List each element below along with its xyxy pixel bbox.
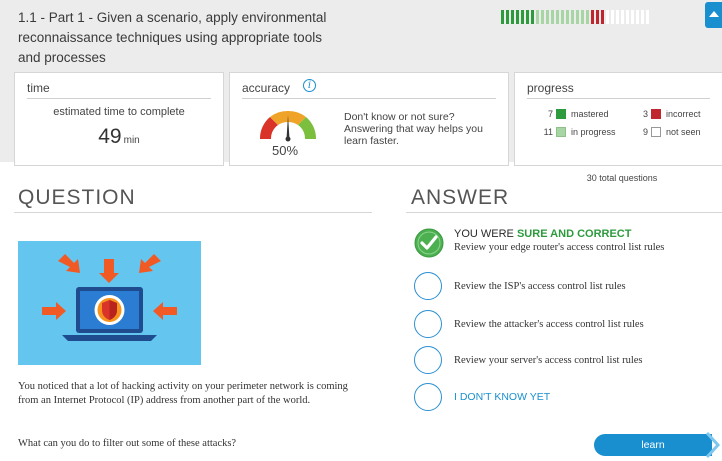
notseen-count: 9 [642,127,648,137]
notseen-swatch [651,127,661,137]
progress-segment-notseen [646,10,649,24]
radio-circle-icon[interactable] [414,310,442,338]
progress-segment-inprogress [566,10,569,24]
answer-option-1[interactable]: YOU WERE SURE AND CORRECT Review your ed… [414,228,664,258]
inprogress-stat: 11 in progress [527,127,622,137]
learn-button[interactable]: learn [594,434,712,456]
progress-segment-notseen [636,10,639,24]
progress-legend: 7 mastered 3 incorrect 11 in progress 9 … [527,105,717,183]
radio-circle-icon[interactable] [414,346,442,374]
mastered-stat: 7 mastered [527,109,622,119]
answer-option-3[interactable]: Review the attacker's access control lis… [414,310,644,338]
radio-circle-icon[interactable] [414,383,442,411]
progress-segment-inprogress [571,10,574,24]
incorrect-stat: 3 incorrect [622,109,717,119]
answer-option-text: Review your server's access control list… [454,354,643,366]
progress-segment-mastered [506,10,509,24]
radio-circle-icon[interactable] [414,272,442,300]
question-divider [14,212,372,213]
chevron-up-icon[interactable] [705,2,722,28]
answer-option-2[interactable]: Review the ISP's access control list rul… [414,272,626,300]
inprogress-count: 11 [543,127,553,137]
accuracy-gauge [259,110,317,142]
progress-segment-inprogress [561,10,564,24]
progress-label: progress [527,81,574,95]
progress-segment-inprogress [536,10,539,24]
progress-segment-notseen [626,10,629,24]
answer-divider [406,212,722,213]
progress-segment-notseen [616,10,619,24]
answer-result: YOU WERE SURE AND CORRECT [454,228,664,240]
progress-segment-inprogress [556,10,559,24]
total-questions: 30 total questions [586,173,658,183]
progress-segment-notseen [621,10,624,24]
time-number: 49 [98,125,122,148]
time-value: 49 min [15,125,223,149]
progress-segment-bar [501,10,651,24]
divider [27,98,211,99]
check-circle-icon [414,228,444,258]
answer-result-block: YOU WERE SURE AND CORRECT Review your ed… [454,228,664,253]
divider [242,98,496,99]
progress-segment-inprogress [581,10,584,24]
question-text: You noticed that a lot of hacking activi… [18,381,348,406]
mastered-count: 7 [547,109,553,119]
chevron-right-icon[interactable] [704,431,722,459]
incorrect-swatch [651,109,661,119]
progress-segment-mastered [511,10,514,24]
progress-segment-notseen [611,10,614,24]
time-label: time [27,81,50,95]
progress-segment-mastered [501,10,504,24]
progress-segment-inprogress [551,10,554,24]
accuracy-label: accuracy [242,81,291,95]
module-title: 1.1 - Part 1 - Given a scenario, apply e… [18,10,327,65]
accuracy-percent: 50% [272,143,299,158]
question-heading: QUESTION [18,186,136,209]
inprogress-swatch [556,127,566,137]
answer-option-4[interactable]: Review your server's access control list… [414,346,643,374]
result-status: SURE AND CORRECT [516,228,632,240]
incorrect-count: 3 [642,109,648,119]
progress-segment-inprogress [541,10,544,24]
progress-segment-incorrect [591,10,594,24]
progress-segment-mastered [526,10,529,24]
progress-segment-incorrect [596,10,599,24]
accuracy-card: accuracy i 50% Don't know or not sure? A… [229,72,509,166]
progress-segment-notseen [641,10,644,24]
time-subtitle: estimated time to complete [53,106,185,118]
answer-option-text: Review your edge router's access control… [454,242,665,253]
progress-segment-mastered [531,10,534,24]
progress-segment-mastered [516,10,519,24]
progress-segment-inprogress [586,10,589,24]
progress-segment-inprogress [576,10,579,24]
accuracy-hint: Don't know or not sure? Answering that w… [344,111,483,147]
incorrect-label: incorrect [666,109,701,119]
progress-segment-incorrect [601,10,604,24]
mastered-label: mastered [571,109,609,119]
answer-option-text: Review the ISP's access control list rul… [454,280,626,292]
notseen-stat: 9 not seen [622,127,717,137]
answer-dont-know[interactable]: I DON'T KNOW YET [414,383,550,411]
question-prompt: What can you do to filter out some of th… [18,438,237,449]
notseen-label: not seen [666,127,701,137]
answer-option-text: Review the attacker's access control lis… [454,318,644,330]
divider [527,98,710,99]
progress-card: progress 7 mastered 3 incorrect 11 in pr… [514,72,722,183]
progress-segment-inprogress [546,10,549,24]
progress-segment-notseen [631,10,634,24]
time-card: time estimated time to complete 49 min [14,72,224,166]
laptop-shield-icon [18,241,201,365]
dont-know-label: I DON'T KNOW YET [454,391,551,403]
result-prefix: YOU WERE [454,228,514,240]
answer-heading: ANSWER [411,186,510,209]
inprogress-label: in progress [571,127,616,137]
progress-segment-notseen [606,10,609,24]
time-unit: min [123,135,140,146]
progress-segment-mastered [521,10,524,24]
info-icon[interactable]: i [303,79,316,92]
mastered-swatch [556,109,566,119]
